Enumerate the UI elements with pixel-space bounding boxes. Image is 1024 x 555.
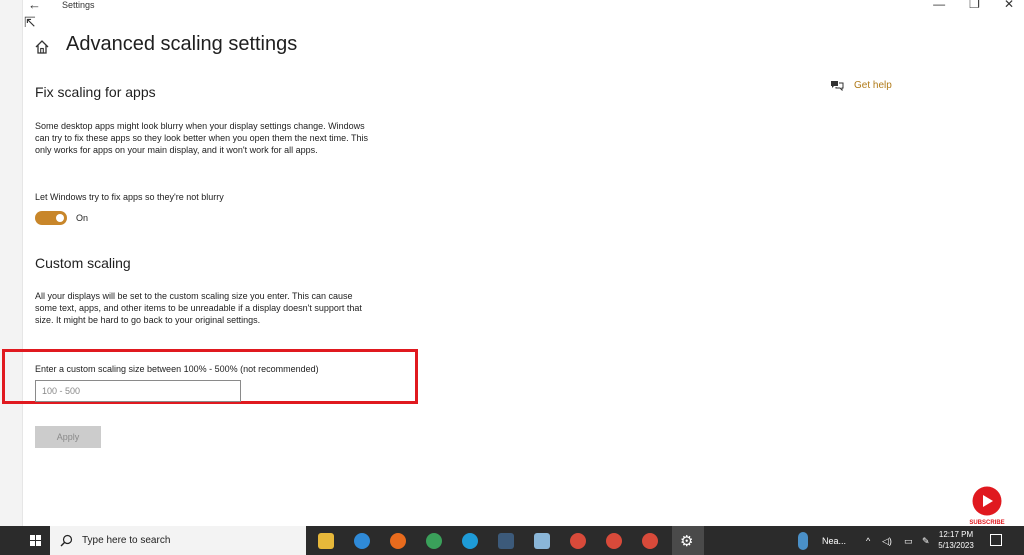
notifications-icon[interactable] bbox=[990, 534, 1002, 546]
clock-date: 5/13/2023 bbox=[938, 541, 974, 550]
fix-scaling-heading: Fix scaling for apps bbox=[35, 84, 156, 100]
chat-help-icon bbox=[831, 81, 844, 91]
search-icon bbox=[60, 534, 73, 547]
youtube-play-icon bbox=[972, 486, 1002, 516]
restore-button[interactable]: ❐ bbox=[969, 0, 980, 11]
window-title: Settings bbox=[62, 0, 95, 10]
close-button[interactable]: ✕ bbox=[1004, 0, 1014, 11]
subscribe-badge[interactable]: SUBSCRIBE bbox=[966, 486, 1008, 526]
home-icon[interactable] bbox=[33, 38, 51, 56]
custom-scaling-description: All your displays will be set to the cus… bbox=[35, 291, 362, 325]
mouse-cursor-icon: ⇱ bbox=[24, 14, 36, 30]
start-button[interactable] bbox=[0, 526, 48, 555]
edge-icon[interactable] bbox=[354, 533, 370, 549]
chrome-icon[interactable] bbox=[426, 533, 442, 549]
get-help-link[interactable]: Get help bbox=[830, 79, 892, 91]
fix-apps-toggle-label: Let Windows try to fix apps so they're n… bbox=[35, 192, 224, 202]
chrome-icon[interactable] bbox=[642, 533, 658, 549]
back-button[interactable]: ← bbox=[28, 0, 41, 12]
weather-text[interactable]: Nea... bbox=[822, 536, 846, 546]
settings-gear-icon[interactable]: ⚙ bbox=[680, 532, 696, 550]
notepad-icon[interactable] bbox=[534, 533, 550, 549]
search-placeholder: Type here to search bbox=[82, 535, 171, 546]
title-bar: ← Settings — ❐ ✕ bbox=[22, 0, 1024, 14]
app-icon[interactable] bbox=[498, 533, 514, 549]
file-explorer-icon[interactable] bbox=[318, 533, 334, 549]
skype-icon[interactable] bbox=[462, 533, 478, 549]
clock-time: 12:17 PM bbox=[938, 530, 974, 539]
windows-logo-icon bbox=[30, 535, 35, 540]
toggle-knob bbox=[56, 214, 64, 222]
custom-scaling-input[interactable] bbox=[35, 380, 241, 402]
fix-apps-toggle[interactable] bbox=[35, 211, 67, 225]
taskbar-search-box[interactable]: Type here to search bbox=[50, 526, 306, 555]
taskbar: Type here to search ⚙ Nea... ^ ◁) ▭ ✎ 12… bbox=[0, 526, 1024, 555]
volume-icon[interactable]: ◁) bbox=[882, 536, 892, 547]
window-controls: — ❐ ✕ bbox=[933, 0, 1014, 11]
chrome-icon[interactable] bbox=[606, 533, 622, 549]
get-help-label: Get help bbox=[854, 79, 892, 91]
fix-scaling-description: Some desktop apps might look blurry when… bbox=[35, 121, 369, 155]
apply-button[interactable]: Apply bbox=[35, 426, 101, 448]
chrome-icon[interactable] bbox=[570, 533, 586, 549]
pen-icon[interactable]: ✎ bbox=[922, 536, 930, 547]
chevron-up-icon[interactable]: ^ bbox=[866, 536, 870, 546]
toggle-state-label: On bbox=[76, 213, 89, 223]
page-title: Advanced scaling settings bbox=[66, 33, 298, 55]
weather-icon[interactable] bbox=[798, 532, 808, 550]
left-edge-strip bbox=[0, 0, 23, 526]
clock[interactable]: 12:17 PM 5/13/2023 bbox=[936, 529, 976, 551]
network-icon[interactable]: ▭ bbox=[904, 536, 913, 547]
custom-scaling-input-label: Enter a custom scaling size between 100%… bbox=[35, 364, 319, 374]
custom-scaling-heading: Custom scaling bbox=[35, 255, 131, 271]
firefox-icon[interactable] bbox=[390, 533, 406, 549]
minimize-button[interactable]: — bbox=[933, 0, 945, 11]
